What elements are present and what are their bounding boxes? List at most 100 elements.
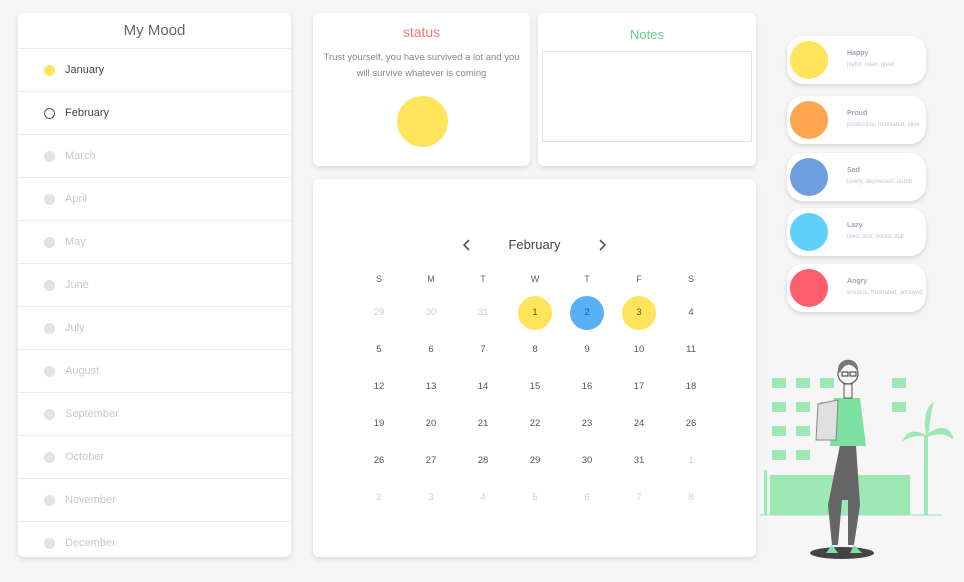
legend-item-happy[interactable]: Happy joyful, relax, great — [787, 36, 926, 84]
calendar-day[interactable]: 27 — [405, 442, 457, 479]
month-label: October — [65, 451, 105, 463]
weekday-header: T — [584, 274, 590, 284]
calendar-day[interactable]: 8 — [509, 331, 561, 368]
legend-item-lazy[interactable]: Lazy tired, sick, bored, dull — [787, 208, 926, 256]
weekday-header: T — [480, 274, 486, 284]
legend-mood-description: tired, sick, bored, dull — [847, 234, 904, 240]
calendar-day-number: 19 — [373, 418, 385, 429]
calendar-day[interactable]: 6 — [405, 331, 457, 368]
calendar-day[interactable]: 12 — [353, 368, 405, 405]
month-status-dot — [44, 451, 55, 463]
calendar-day[interactable]: 22 — [509, 405, 561, 442]
month-label: November — [65, 494, 116, 506]
calendar-day-number: 7 — [480, 344, 486, 355]
month-status-dot — [44, 107, 55, 119]
calendar-day[interactable]: 16 — [561, 368, 613, 405]
calendar-day-number: 17 — [633, 381, 645, 392]
next-month-button[interactable] — [592, 235, 612, 255]
calendar-day[interactable]: 13 — [405, 368, 457, 405]
calendar-day-number: 3 — [622, 295, 656, 330]
month-status-dot — [44, 236, 55, 248]
calendar-day[interactable]: 3 — [613, 294, 665, 331]
calendar-day[interactable]: 26 — [665, 405, 717, 442]
calendar-day[interactable]: 18 — [665, 368, 717, 405]
calendar-day[interactable]: 28 — [457, 442, 509, 479]
legend-color-dot — [790, 158, 828, 196]
month-item-february[interactable]: February — [18, 92, 291, 135]
mood-month-panel: My Mood January February March April May June… — [18, 13, 291, 557]
calendar-day[interactable]: 1 — [665, 442, 717, 479]
month-item-may[interactable]: May — [18, 221, 291, 264]
month-status-dot — [44, 365, 55, 377]
calendar-day-number: 1 — [518, 295, 552, 330]
notes-title: Notes — [630, 27, 664, 42]
calendar-day[interactable]: 4 — [665, 294, 717, 331]
calendar-day[interactable]: 20 — [405, 405, 457, 442]
calendar-day-number: 30 — [425, 307, 437, 318]
calendar-day[interactable]: 31 — [613, 442, 665, 479]
legend-color-dot — [790, 101, 828, 139]
month-label: February — [65, 107, 110, 119]
calendar-day[interactable]: 2 — [353, 479, 405, 516]
calendar-day[interactable]: 10 — [613, 331, 665, 368]
month-item-march[interactable]: March — [18, 135, 291, 178]
calendar-day[interactable]: 7 — [457, 331, 509, 368]
calendar-day-number: 15 — [529, 381, 541, 392]
status-quote: Trust yourself, you have survived a lot … — [323, 52, 520, 79]
calendar-day[interactable]: 30 — [561, 442, 613, 479]
calendar-day[interactable]: 5 — [509, 479, 561, 516]
calendar-day-number: 16 — [581, 381, 593, 392]
calendar-day-number: 30 — [581, 455, 593, 466]
calendar-day-number: 5 — [376, 344, 382, 355]
calendar-day[interactable]: 23 — [561, 405, 613, 442]
calendar-grid: S M T W T F S 29 30 31 1 2 3 4 5 6 7 8 9 10 11 12 13 14 15 16 17 18… — [353, 274, 717, 516]
calendar-day[interactable]: 29 — [353, 294, 405, 331]
calendar-day[interactable]: 19 — [353, 405, 405, 442]
calendar-day[interactable]: 1 — [509, 294, 561, 331]
month-item-april[interactable]: April — [18, 178, 291, 221]
month-item-december[interactable]: December — [18, 522, 291, 557]
calendar-day-number: 5 — [532, 492, 538, 503]
calendar-day[interactable]: 8 — [665, 479, 717, 516]
legend-item-sad[interactable]: Sad lonely, depressed, numb — [787, 153, 926, 201]
calendar-day[interactable]: 24 — [613, 405, 665, 442]
month-label: July — [65, 322, 85, 334]
calendar-day-number: 26 — [373, 455, 385, 466]
legend-item-proud[interactable]: Proud productive, motivated, alive — [787, 96, 926, 144]
month-item-june[interactable]: June — [18, 264, 291, 307]
month-item-january[interactable]: January — [18, 49, 291, 92]
calendar-day[interactable]: 9 — [561, 331, 613, 368]
calendar-day[interactable]: 26 — [353, 442, 405, 479]
calendar-day[interactable]: 15 — [509, 368, 561, 405]
month-item-august[interactable]: August — [18, 350, 291, 393]
calendar-day[interactable]: 3 — [405, 479, 457, 516]
calendar-card: February S M T W T F S 29 30 31 1 2 3 4 5 6 7 8 9 10 11 12 13 1… — [313, 179, 756, 557]
legend-item-angry[interactable]: Angry anxious, frustrated, annoyed — [787, 264, 926, 312]
legend-mood-name: Angry — [847, 278, 868, 285]
month-label: May — [65, 236, 86, 248]
month-label: June — [65, 279, 89, 291]
legend-mood-name: Lazy — [847, 222, 863, 229]
calendar-day[interactable]: 31 — [457, 294, 509, 331]
calendar-day[interactable]: 7 — [613, 479, 665, 516]
month-item-november[interactable]: November — [18, 479, 291, 522]
month-item-july[interactable]: July — [18, 307, 291, 350]
month-label: April — [65, 193, 88, 205]
calendar-day[interactable]: 14 — [457, 368, 509, 405]
calendar-day[interactable]: 17 — [613, 368, 665, 405]
month-item-september[interactable]: September — [18, 393, 291, 436]
calendar-day[interactable]: 30 — [405, 294, 457, 331]
calendar-day[interactable]: 5 — [353, 331, 405, 368]
calendar-day[interactable]: 2 — [561, 294, 613, 331]
calendar-day-number: 31 — [477, 307, 489, 318]
calendar-day[interactable]: 21 — [457, 405, 509, 442]
calendar-day[interactable]: 4 — [457, 479, 509, 516]
calendar-day[interactable]: 6 — [561, 479, 613, 516]
month-status-dot — [44, 408, 55, 420]
calendar-day[interactable]: 29 — [509, 442, 561, 479]
calendar-day-number: 12 — [373, 381, 385, 392]
month-item-october[interactable]: October — [18, 436, 291, 479]
notes-textarea[interactable] — [542, 51, 752, 142]
prev-month-button[interactable] — [457, 235, 477, 255]
calendar-day[interactable]: 11 — [665, 331, 717, 368]
